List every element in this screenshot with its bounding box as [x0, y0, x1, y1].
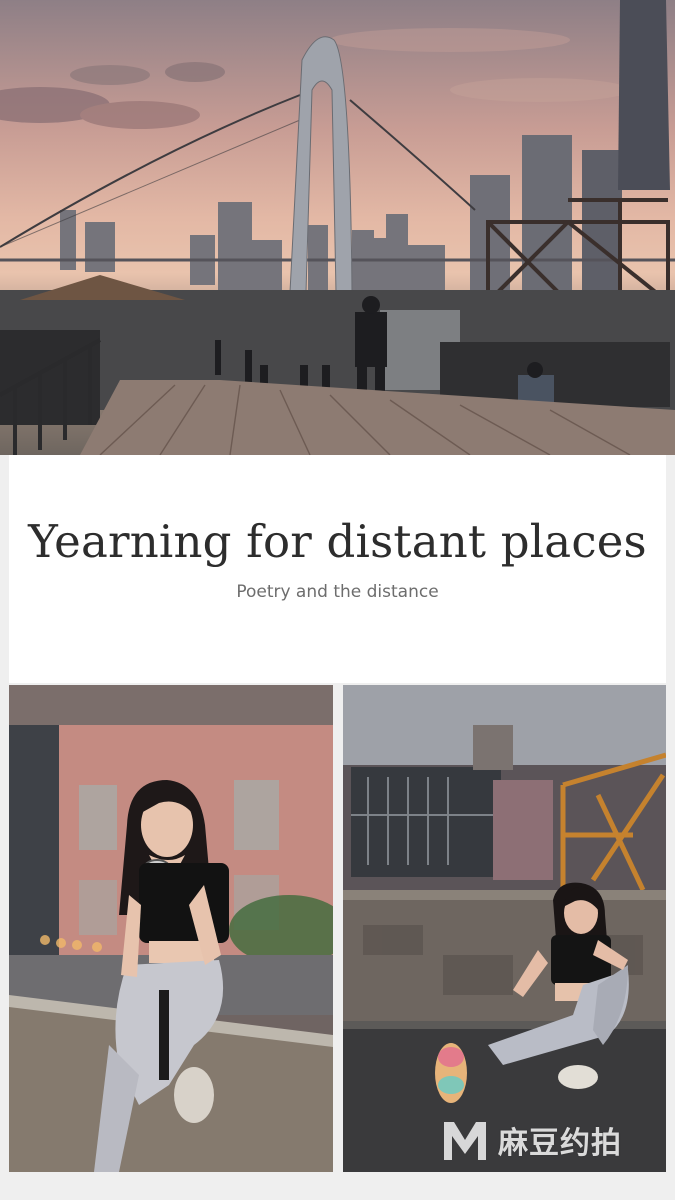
brand-logo-icon	[444, 1122, 486, 1160]
glass-building	[351, 767, 501, 877]
brand-watermark-text: 麻豆约拍	[498, 1126, 622, 1161]
model-sitting-on-wall-photo	[9, 685, 333, 1172]
model-rooftop-photo	[343, 685, 666, 1172]
bridge-sunset-illustration	[0, 0, 675, 455]
umbrella-shape	[20, 275, 185, 300]
bridge-sunset-photo	[0, 0, 675, 455]
sneaker-shape	[558, 1065, 598, 1089]
brand-watermark: 麻豆约拍	[440, 1116, 622, 1164]
photo-collage-page: Yearning for distant places Poetry and t…	[0, 0, 675, 1200]
model-sitting-illustration	[9, 685, 333, 1172]
title-card: Yearning for distant places Poetry and t…	[9, 455, 666, 683]
page-subtitle: Poetry and the distance	[236, 582, 439, 602]
sneaker-shape	[174, 1067, 214, 1123]
page-title: Yearning for distant places	[28, 515, 647, 568]
model-rooftop-illustration	[343, 685, 666, 1172]
steel-crane-structure	[486, 198, 670, 304]
